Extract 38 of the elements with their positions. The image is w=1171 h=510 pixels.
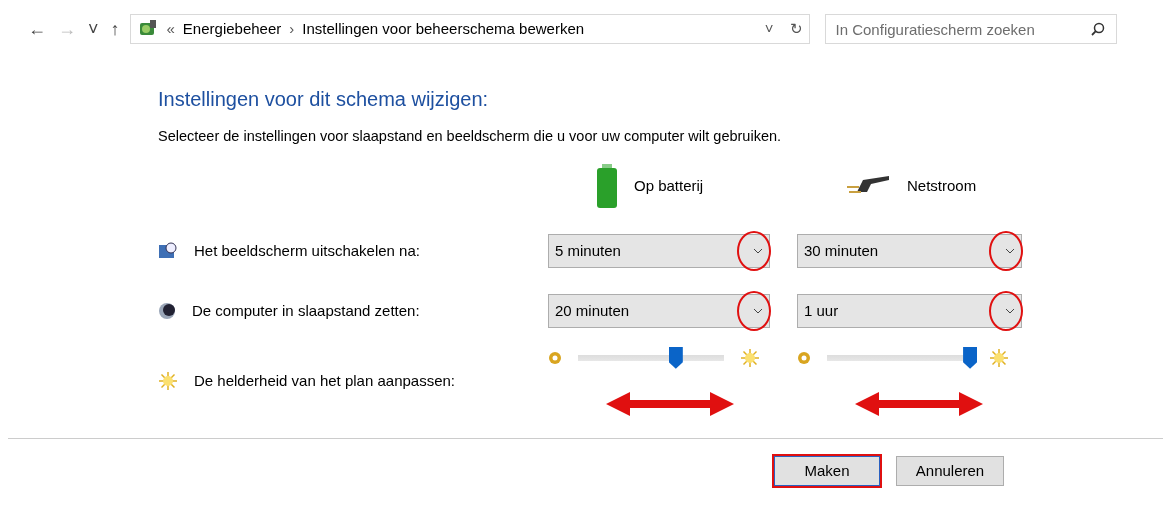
breadcrumb-separator: › — [289, 18, 295, 39]
nav-button[interactable]: ← — [22, 20, 52, 38]
moon-icon — [158, 301, 176, 320]
column-header: Op batterij — [634, 175, 704, 196]
dropdown[interactable]: 1 uur — [797, 293, 1022, 328]
bright-icon — [989, 347, 1009, 368]
description-text: Selecteer de instellingen voor slaapstand en beeldscherm die u voor uw computer wilt gebruiken. — [158, 127, 783, 146]
chevron-icon — [1005, 247, 1015, 254]
sun-icon — [158, 370, 178, 391]
breadcrumb-link[interactable]: Instellingen voor beheerschema bewerken — [302, 17, 585, 41]
monitor-clock-icon — [158, 241, 178, 260]
chevron-icon — [753, 307, 763, 314]
dim-icon — [548, 350, 562, 365]
address-bar[interactable]: « Energiebeheer › Instellingen voor beheerschema bewerken ˅ ↻ — [129, 14, 810, 44]
breadcrumb-link[interactable]: Energiebeheer — [182, 17, 282, 41]
page-title: Instellingen voor dit schema wijzigen: — [158, 87, 490, 112]
dropdown[interactable]: 30 minuten — [797, 233, 1022, 268]
dropdown-toggle[interactable]: ˅ — [764, 17, 774, 41]
chevron-icon — [753, 247, 763, 254]
bright-icon — [740, 347, 760, 368]
dialog-button[interactable]: Maken — [774, 455, 880, 487]
slider-thumb[interactable] — [963, 346, 978, 369]
nav-button[interactable]: ˅ — [82, 20, 105, 38]
nav-button[interactable]: ↑ — [104, 20, 126, 38]
column-header: Netstroom — [907, 175, 977, 196]
search-field[interactable]: In Configuratiescherm zoeken — [824, 14, 1117, 44]
setting-label: De computer in slaapstand zetten: — [192, 300, 420, 321]
dim-icon — [797, 350, 811, 365]
dropdown[interactable]: 20 minuten — [548, 293, 770, 328]
dialog-button[interactable]: Annuleren — [896, 455, 1004, 487]
chevron-icon — [1005, 307, 1015, 314]
slider-thumb[interactable] — [668, 346, 683, 369]
refresh-button[interactable]: ↻ — [789, 17, 803, 41]
setting-label: De helderheid van het plan aanpassen: — [194, 370, 456, 391]
dropdown[interactable]: 5 minuten — [548, 233, 770, 268]
battery-icon — [596, 163, 618, 208]
breadcrumb-separator: « — [166, 18, 175, 39]
setting-label: Het beeldscherm uitschakelen na: — [194, 240, 420, 261]
